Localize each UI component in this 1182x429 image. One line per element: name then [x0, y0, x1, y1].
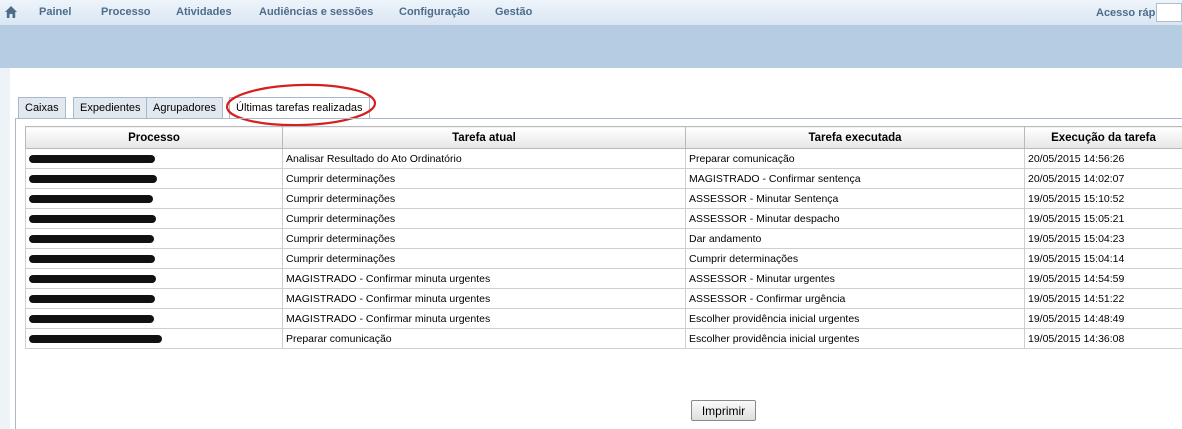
menu-painel[interactable]: Painel: [39, 6, 71, 18]
menu-gestao[interactable]: Gestão: [495, 6, 532, 18]
column-header-processo[interactable]: Processo: [25, 126, 283, 149]
cell-processo[interactable]: [25, 248, 283, 269]
cell-tarefa-executada: Cumprir determinações: [685, 248, 1025, 269]
tab-expedientes[interactable]: Expedientes: [73, 97, 148, 118]
cell-tarefa-atual: MAGISTRADO - Confirmar minuta urgentes: [282, 288, 686, 309]
table-row[interactable]: MAGISTRADO - Confirmar minuta urgentes E…: [25, 308, 1182, 329]
cell-tarefa-executada: ASSESSOR - Minutar Sentença: [685, 188, 1025, 209]
header-band: [0, 26, 1182, 68]
redaction-mark: [29, 274, 156, 283]
redaction-mark: [29, 314, 154, 323]
cell-processo[interactable]: [25, 168, 283, 189]
menu-configuracao[interactable]: Configuração: [399, 6, 470, 18]
redaction-mark: [29, 194, 153, 203]
table-row[interactable]: MAGISTRADO - Confirmar minuta urgentes A…: [25, 288, 1182, 309]
table-row[interactable]: Cumprir determinações Cumprir determinaç…: [25, 248, 1182, 269]
cell-tarefa-executada: Preparar comunicação: [685, 148, 1025, 169]
redaction-mark: [29, 154, 155, 163]
tab-caixas[interactable]: Caixas: [18, 97, 66, 118]
left-edge: [0, 68, 10, 429]
table-row[interactable]: Cumprir determinações ASSESSOR - Minutar…: [25, 208, 1182, 229]
cell-tarefa-executada: Escolher providência inicial urgentes: [685, 328, 1025, 349]
cell-tarefa-atual: Cumprir determinações: [282, 248, 686, 269]
cell-execucao: 19/05/2015 15:04:23: [1024, 228, 1182, 249]
cell-tarefa-executada: ASSESSOR - Minutar despacho: [685, 208, 1025, 229]
redaction-mark: [29, 334, 162, 343]
cell-processo[interactable]: [25, 228, 283, 249]
redaction-mark: [29, 214, 156, 223]
cell-processo[interactable]: [25, 328, 283, 349]
redaction-mark: [29, 234, 154, 243]
menu-audiencias-e-sessoes[interactable]: Audiências e sessões: [259, 6, 373, 18]
cell-tarefa-atual: Preparar comunicação: [282, 328, 686, 349]
cell-tarefa-executada: Escolher providência inicial urgentes: [685, 308, 1025, 329]
column-header-tarefa-atual[interactable]: Tarefa atual: [282, 126, 686, 149]
cell-tarefa-executada: Dar andamento: [685, 228, 1025, 249]
redaction-mark: [29, 174, 157, 183]
redaction-mark: [29, 254, 155, 263]
cell-tarefa-atual: Cumprir determinações: [282, 208, 686, 229]
cell-execucao: 20/05/2015 14:56:26: [1024, 148, 1182, 169]
menu-atividades[interactable]: Atividades: [176, 6, 232, 18]
cell-execucao: 19/05/2015 14:36:08: [1024, 328, 1182, 349]
cell-execucao: 20/05/2015 14:02:07: [1024, 168, 1182, 189]
cell-processo[interactable]: [25, 268, 283, 289]
menu-processo[interactable]: Processo: [101, 6, 151, 18]
cell-processo[interactable]: [25, 188, 283, 209]
cell-execucao: 19/05/2015 14:54:59: [1024, 268, 1182, 289]
quick-access-input[interactable]: [1156, 3, 1182, 22]
cell-tarefa-atual: MAGISTRADO - Confirmar minuta urgentes: [282, 268, 686, 289]
column-header-tarefa-executada[interactable]: Tarefa executada: [685, 126, 1025, 149]
cell-tarefa-executada: ASSESSOR - Minutar urgentes: [685, 268, 1025, 289]
cell-execucao: 19/05/2015 14:48:49: [1024, 308, 1182, 329]
cell-tarefa-atual: Analisar Resultado do Ato Ordinatório: [282, 148, 686, 169]
table-row[interactable]: Cumprir determinações Dar andamento 19/0…: [25, 228, 1182, 249]
table-row[interactable]: Cumprir determinações ASSESSOR - Minutar…: [25, 188, 1182, 209]
cell-tarefa-executada: ASSESSOR - Confirmar urgência: [685, 288, 1025, 309]
cell-processo[interactable]: [25, 148, 283, 169]
cell-execucao: 19/05/2015 14:51:22: [1024, 288, 1182, 309]
cell-tarefa-atual: MAGISTRADO - Confirmar minuta urgentes: [282, 308, 686, 329]
cell-execucao: 19/05/2015 15:10:52: [1024, 188, 1182, 209]
cell-execucao: 19/05/2015 15:04:14: [1024, 248, 1182, 269]
cell-tarefa-atual: Cumprir determinações: [282, 188, 686, 209]
cell-tarefa-atual: Cumprir determinações: [282, 168, 686, 189]
table-header-row: Processo Tarefa atual Tarefa executada E…: [25, 126, 1182, 149]
cell-processo[interactable]: [25, 288, 283, 309]
cell-tarefa-atual: Cumprir determinações: [282, 228, 686, 249]
top-navigation-bar: Painel Processo Atividades Audiências e …: [0, 0, 1182, 26]
column-header-execucao-da-tarefa[interactable]: Execução da tarefa: [1024, 126, 1182, 149]
table-row[interactable]: Analisar Resultado do Ato Ordinatório Pr…: [25, 148, 1182, 169]
table-row[interactable]: Preparar comunicação Escolher providênci…: [25, 328, 1182, 349]
redaction-mark: [29, 294, 155, 303]
cell-execucao: 19/05/2015 15:05:21: [1024, 208, 1182, 229]
table-row[interactable]: MAGISTRADO - Confirmar minuta urgentes A…: [25, 268, 1182, 289]
cell-processo[interactable]: [25, 308, 283, 329]
tab-agrupadores[interactable]: Agrupadores: [146, 97, 223, 118]
table-row[interactable]: Cumprir determinações MAGISTRADO - Confi…: [25, 168, 1182, 189]
cell-tarefa-executada: MAGISTRADO - Confirmar sentença: [685, 168, 1025, 189]
recent-tasks-table: Processo Tarefa atual Tarefa executada E…: [25, 126, 1182, 349]
home-icon[interactable]: [4, 5, 18, 19]
cell-processo[interactable]: [25, 208, 283, 229]
print-button[interactable]: Imprimir: [691, 400, 756, 421]
